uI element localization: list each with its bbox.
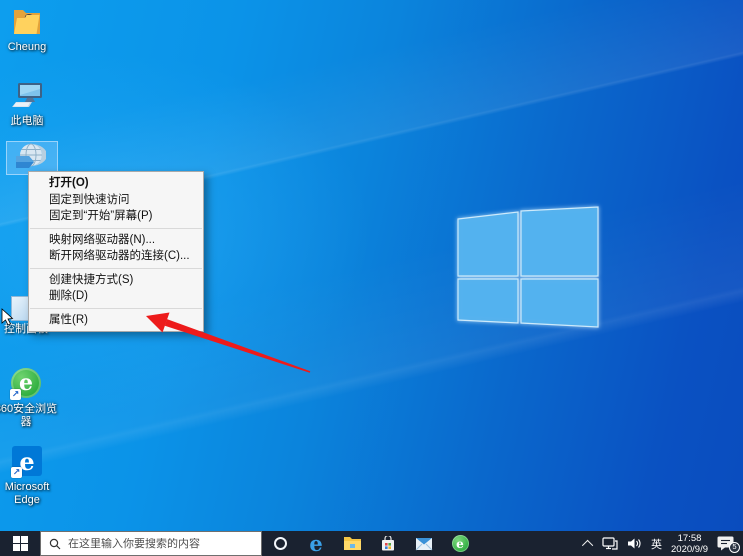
menu-item-pin-to-quick-access[interactable]: 固定到快速访问 <box>29 192 203 209</box>
taskbar-search-box[interactable] <box>40 531 262 556</box>
file-explorer-icon <box>343 536 362 551</box>
menu-item-disconnect-network-drive[interactable]: 断开网络驱动器的连接(C)... <box>29 248 203 265</box>
desktop-icon-label: 360安全浏览器 <box>0 403 58 429</box>
this-pc-icon <box>10 80 44 112</box>
clock-time: 17:58 <box>671 533 708 544</box>
menu-separator <box>30 308 202 309</box>
show-hidden-icons-button[interactable] <box>585 540 593 548</box>
network-context-menu: 打开(O) 固定到快速访问 固定到“开始”屏幕(P) 映射网络驱动器(N)...… <box>28 171 204 332</box>
clock[interactable]: 17:58 2020/9/9 <box>671 533 708 555</box>
clock-date: 2020/9/9 <box>671 544 708 555</box>
desktop-icon-label: Microsoft Edge <box>0 481 59 507</box>
menu-separator <box>30 268 202 269</box>
search-input[interactable] <box>68 538 261 550</box>
taskbar-360-browser-button[interactable]: e <box>442 531 478 556</box>
control-panel-icon-partial[interactable] <box>11 296 28 321</box>
start-button[interactable] <box>0 531 40 556</box>
360-browser-icon: e ↗ <box>9 368 43 400</box>
desktop-icon-label: Cheung <box>0 41 59 54</box>
user-folder-icon <box>10 6 44 38</box>
windows-start-icon <box>13 536 28 551</box>
desktop-icon-label: 此电脑 <box>0 115 59 128</box>
microsoft-edge-icon: e ↗ <box>10 446 44 478</box>
mail-icon <box>415 537 433 551</box>
desktop-icon-this-pc[interactable]: 此电脑 <box>0 80 59 128</box>
volume-button[interactable] <box>627 537 642 550</box>
cortana-button[interactable] <box>262 531 298 556</box>
desktop-icon-user-folder[interactable]: Cheung <box>0 6 59 54</box>
menu-item-create-shortcut[interactable]: 创建快捷方式(S) <box>29 272 203 289</box>
menu-item-open[interactable]: 打开(O) <box>29 175 203 192</box>
microsoft-store-button[interactable] <box>370 531 406 556</box>
cortana-icon <box>274 537 287 550</box>
mail-button[interactable] <box>406 531 442 556</box>
desktop-icon-microsoft-edge[interactable]: e ↗ Microsoft Edge <box>0 446 59 507</box>
shortcut-arrow-icon: ↗ <box>10 389 21 400</box>
menu-item-properties[interactable]: 属性(R) <box>29 312 203 329</box>
speaker-icon <box>627 537 642 550</box>
network-icon <box>12 142 46 174</box>
edge-icon: e <box>309 533 322 554</box>
taskbar-edge-button[interactable]: e <box>298 531 334 556</box>
microsoft-store-icon <box>380 536 396 552</box>
desktop-icon-360-browser[interactable]: e ↗ 360安全浏览器 <box>0 368 58 429</box>
360-browser-icon: e <box>452 535 469 552</box>
chevron-up-icon <box>582 539 593 550</box>
file-explorer-button[interactable] <box>334 531 370 556</box>
shortcut-arrow-icon: ↗ <box>11 467 22 478</box>
language-indicator[interactable]: 英 <box>651 536 662 552</box>
taskbar: e e <box>0 531 743 556</box>
menu-separator <box>30 228 202 229</box>
action-center-button[interactable]: 5 <box>717 535 737 553</box>
desktop-icon-network[interactable] <box>0 142 61 174</box>
notification-count-badge: 5 <box>729 542 740 553</box>
menu-item-pin-to-start[interactable]: 固定到“开始”屏幕(P) <box>29 208 203 225</box>
menu-item-map-network-drive[interactable]: 映射网络驱动器(N)... <box>29 232 203 249</box>
system-tray: 英 17:58 2020/9/9 5 <box>585 531 743 556</box>
ethernet-icon <box>602 537 618 550</box>
search-icon <box>49 538 61 550</box>
menu-item-delete[interactable]: 删除(D) <box>29 288 203 305</box>
desktop-wallpaper: Cheung 此电脑 <box>0 0 743 556</box>
wallpaper-windows-logo <box>450 193 610 333</box>
network-status-button[interactable] <box>602 537 618 550</box>
